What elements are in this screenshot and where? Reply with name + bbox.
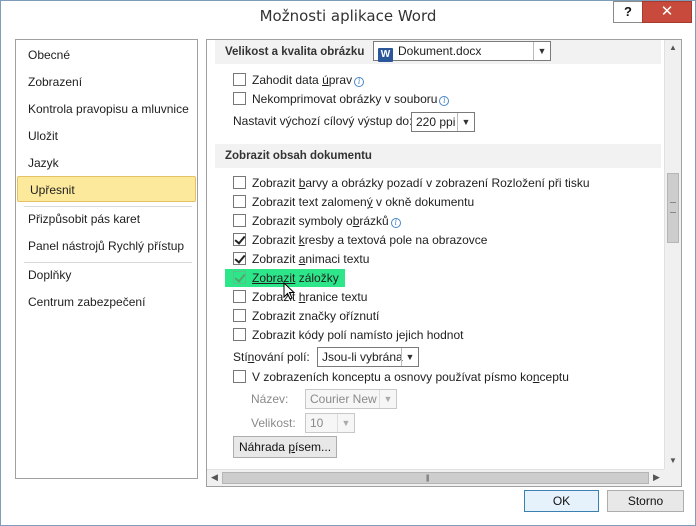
checkbox-checked[interactable] [233, 252, 246, 265]
options-dialog: Možnosti aplikace Word ? ✕ Obecné Zobraz… [0, 0, 696, 526]
nav-item-advanced[interactable]: Upřesnit [17, 176, 196, 202]
option-field-codes[interactable]: Zobrazit kódy polí namísto jejich hodnot [233, 328, 463, 346]
category-nav: Obecné Zobrazení Kontrola pravopisu a ml… [15, 39, 198, 479]
option-text-animation[interactable]: Zobrazit animaci textu [233, 252, 369, 270]
document-select-value: Dokument.docx [398, 44, 482, 58]
option-no-compress-images[interactable]: Nekomprimovat obrázky v souboru i [233, 92, 450, 110]
window-title: Možnosti aplikace Word [259, 7, 437, 25]
cancel-button[interactable]: Storno [607, 490, 684, 512]
mouse-cursor-icon [283, 282, 296, 300]
section-title: Zobrazit obsah dokumentu [225, 150, 372, 162]
checkbox[interactable] [233, 176, 246, 189]
font-name-value: Courier New [310, 392, 377, 406]
option-show-drawings[interactable]: Zobrazit kresby a textová pole na obrazo… [233, 233, 487, 251]
close-button[interactable]: ✕ [642, 1, 692, 23]
field-shading-select[interactable]: Jsou-li vybrána ▼ [317, 347, 419, 367]
checkbox[interactable] [233, 328, 246, 341]
scroll-down-icon[interactable]: ▼ [668, 456, 678, 466]
nav-item-display[interactable]: Zobrazení [16, 69, 197, 95]
option-picture-placeholders[interactable]: Zobrazit symboly obrázků i [233, 214, 401, 232]
default-output-select[interactable]: 220 ppi ▼ [411, 112, 475, 132]
field-shading-value: Jsou-li vybrána [322, 350, 403, 364]
field-shading-label: Stínování polí: [233, 350, 310, 364]
nav-item-trust-center[interactable]: Centrum zabezpečení [16, 289, 197, 315]
nav-item-quick-access[interactable]: Panel nástrojů Rychlý přístup [16, 233, 197, 259]
default-output-label: Nastavit výchozí cílový výstup do: [233, 114, 413, 128]
title-bar: Možnosti aplikace Word ? ✕ [1, 1, 695, 33]
settings-pane: Velikost a kvalita obrázku W Dokument.doc… [206, 39, 682, 487]
nav-item-general[interactable]: Obecné [16, 42, 197, 68]
checkbox[interactable] [233, 195, 246, 208]
font-name-label: Název: [251, 392, 289, 406]
nav-item-language[interactable]: Jazyk [16, 150, 197, 176]
checkbox[interactable] [233, 309, 246, 322]
checkbox-checked[interactable] [233, 271, 246, 284]
font-size-select[interactable]: 10 ▼ [305, 413, 355, 433]
chevron-down-icon: ▼ [401, 348, 418, 366]
scroll-corner [664, 469, 681, 486]
option-wrap-text[interactable]: Zobrazit text zalomený v okně dokumentu [233, 195, 474, 213]
info-icon[interactable]: i [439, 96, 450, 106]
section-title: Velikost a kvalita obrázku [225, 46, 365, 58]
font-size-label: Velikost: [251, 416, 296, 430]
section-header-show-content: Zobrazit obsah dokumentu [215, 144, 661, 168]
vertical-scrollbar[interactable]: ▲ ▼ [664, 40, 681, 469]
horizontal-scrollbar[interactable]: ◀ ||| ▶ [207, 469, 664, 486]
chevron-down-icon: ▼ [533, 42, 550, 60]
font-name-select[interactable]: Courier New ▼ [305, 389, 397, 409]
ok-button[interactable]: OK [524, 490, 599, 512]
nav-item-customize-ribbon[interactable]: Přizpůsobit pás karet [16, 206, 197, 232]
option-discard-edit-data[interactable]: Zahodit data úprav i [233, 73, 365, 91]
checkbox[interactable] [233, 92, 246, 105]
info-icon[interactable]: i [390, 218, 401, 228]
option-draft-font[interactable]: V zobrazeních konceptu a osnovy používat… [233, 370, 569, 388]
font-size-value: 10 [310, 416, 324, 430]
scroll-left-icon[interactable]: ◀ [211, 472, 218, 483]
font-substitution-button[interactable]: Náhrada písem... [233, 436, 337, 458]
help-button[interactable]: ? [613, 1, 643, 23]
chevron-down-icon: ▼ [337, 414, 354, 432]
checkbox[interactable] [233, 290, 246, 303]
scroll-right-icon[interactable]: ▶ [653, 472, 660, 483]
scroll-up-icon[interactable]: ▲ [668, 43, 678, 53]
option-text-boundaries[interactable]: Zobrazit hranice textu [233, 290, 367, 308]
horizontal-scroll-thumb[interactable]: ||| [222, 472, 649, 484]
option-crop-marks[interactable]: Zobrazit značky oříznutí [233, 309, 379, 327]
checkbox[interactable] [233, 73, 246, 86]
document-select[interactable]: W Dokument.docx ▼ [373, 41, 551, 62]
word-document-icon: W [378, 48, 393, 62]
checkbox[interactable] [233, 370, 246, 383]
checkbox[interactable] [233, 214, 246, 227]
default-output-value: 220 ppi [416, 115, 456, 129]
chevron-down-icon: ▼ [379, 390, 396, 408]
grip-icon: ||| [426, 475, 430, 482]
checkbox-checked[interactable] [233, 233, 246, 246]
chevron-down-icon: ▼ [457, 113, 474, 131]
vertical-scroll-thumb[interactable] [667, 173, 679, 243]
option-show-background[interactable]: Zobrazit barvy a obrázky pozadí v zobraz… [233, 176, 590, 194]
nav-item-addins[interactable]: Doplňky [16, 262, 197, 288]
info-icon[interactable]: i [354, 77, 365, 87]
nav-item-save[interactable]: Uložit [16, 123, 197, 149]
nav-item-proofing[interactable]: Kontrola pravopisu a mluvnice [16, 96, 197, 122]
